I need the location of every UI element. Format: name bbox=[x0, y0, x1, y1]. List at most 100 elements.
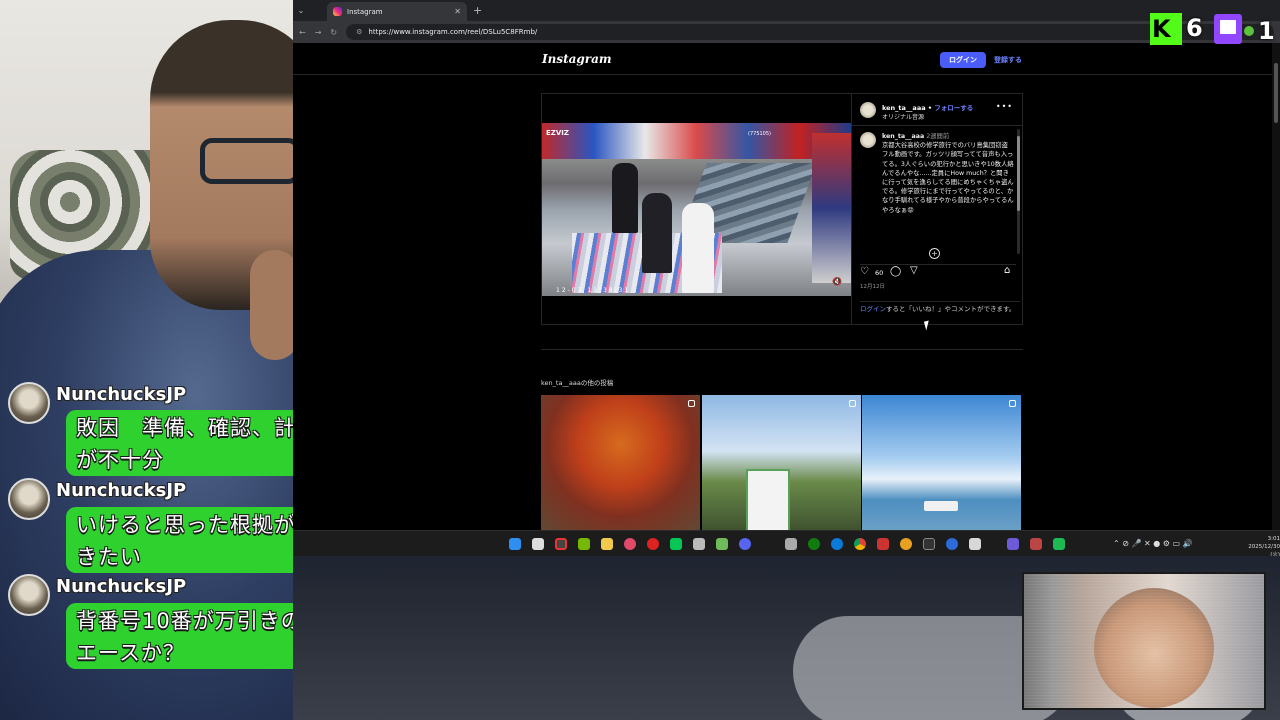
comment-avatar[interactable] bbox=[860, 132, 876, 148]
chat-avatar bbox=[8, 478, 50, 520]
start-icon[interactable] bbox=[509, 538, 521, 550]
section-divider bbox=[541, 349, 1023, 350]
system-tray[interactable]: ⌃ ⊘ 🎤 ✕ ● ⚙ ▭ 🔊 bbox=[1113, 539, 1193, 548]
separator: • bbox=[925, 104, 935, 112]
app-icon[interactable] bbox=[624, 538, 636, 550]
file-explorer-icon[interactable] bbox=[601, 538, 613, 550]
nvidia-icon[interactable] bbox=[578, 538, 590, 550]
app-icon[interactable] bbox=[900, 538, 912, 550]
caption-text: 京都大谷高校の修学旅行でのバリ島集団窃盗フル動画です。ガッツリ顔写ってて音声も入… bbox=[882, 142, 1014, 214]
site-info-icon[interactable]: ⚙ bbox=[356, 28, 362, 36]
app-icon[interactable] bbox=[946, 538, 958, 550]
app-icon[interactable] bbox=[785, 538, 797, 550]
instagram-favicon-icon bbox=[333, 7, 342, 16]
signboard bbox=[746, 469, 790, 530]
url-field[interactable]: ⚙ https://www.instagram.com/reel/DSLu5C8… bbox=[346, 24, 1274, 40]
follow-link[interactable]: フォローする bbox=[934, 104, 973, 112]
clock-time: 3:01 bbox=[1267, 536, 1280, 542]
record-icon[interactable] bbox=[647, 538, 659, 550]
chat-message: いけると思った根拠が聞きたい bbox=[66, 507, 328, 573]
app-icon[interactable] bbox=[969, 538, 981, 550]
app-icon[interactable] bbox=[877, 538, 889, 550]
chat-avatar bbox=[8, 574, 50, 616]
login-prompt-link[interactable]: ログイン bbox=[860, 305, 886, 313]
reel-post: EZVIZ (775105) 12-03 11:38:31 🔇 ken_ta__… bbox=[541, 93, 1023, 325]
xbox-icon[interactable] bbox=[808, 538, 820, 550]
like-heart-icon[interactable]: ♡ bbox=[860, 266, 869, 277]
new-tab-icon[interactable]: + bbox=[473, 4, 482, 17]
author-line: ken_ta__aaa • フォローする bbox=[882, 102, 973, 112]
instagram-logo[interactable]: Instagram bbox=[542, 52, 612, 66]
caption-username[interactable]: ken_ta__aaa bbox=[882, 133, 924, 140]
post-sidebar: ken_ta__aaa • フォローする オリジナル音源 ••• ken_ta_… bbox=[851, 94, 1023, 324]
tab-close-icon[interactable]: ✕ bbox=[454, 7, 461, 16]
browser-window: ⌄ Instagram ✕ + ← → ↻ ⚙ https://www.inst… bbox=[293, 0, 1280, 530]
status-ball-icon bbox=[1244, 26, 1254, 36]
carousel-icon bbox=[849, 400, 856, 407]
mute-icon[interactable]: 🔇 bbox=[832, 277, 842, 286]
caption-scroll-thumb[interactable] bbox=[1017, 136, 1020, 211]
shirt-rack bbox=[812, 133, 851, 283]
address-bar-row: ← → ↻ ⚙ https://www.instagram.com/reel/D… bbox=[293, 21, 1280, 43]
chat-message: 背番号10番が万引きのエースか？ bbox=[66, 603, 328, 669]
carousel-icon bbox=[1009, 400, 1016, 407]
post-thumbnail-sign[interactable] bbox=[702, 395, 861, 530]
edge-icon[interactable] bbox=[831, 538, 843, 550]
reel-video[interactable]: EZVIZ (775105) 12-03 11:38:31 🔇 bbox=[542, 94, 851, 324]
kick-logo-icon: K bbox=[1150, 13, 1182, 45]
streamer-glasses bbox=[200, 138, 293, 184]
chrome-icon[interactable] bbox=[854, 538, 866, 550]
add-comment-icon[interactable]: + bbox=[929, 248, 940, 259]
audio-label[interactable]: オリジナル音源 bbox=[882, 112, 924, 121]
instagram-page: Instagram ログイン 登録する EZVIZ (775105) 12-03… bbox=[293, 43, 1280, 530]
video-noise bbox=[1024, 574, 1264, 708]
twitch-viewer-count: 1 bbox=[1258, 17, 1275, 45]
chat-username: NunchucksJP bbox=[56, 480, 187, 501]
page-scroll-thumb[interactable] bbox=[1274, 63, 1278, 123]
chat-avatar bbox=[8, 382, 50, 424]
chat-username: NunchucksJP bbox=[56, 384, 187, 405]
like-count: 60 bbox=[875, 269, 884, 277]
twitch-logo-icon bbox=[1214, 14, 1242, 44]
streamer-hand bbox=[250, 250, 293, 360]
windows-taskbar: ⌃ ⊘ 🎤 ✕ ● ⚙ ▭ 🔊 3:01 2025/12/30 (火) bbox=[293, 530, 1280, 558]
app-icon[interactable] bbox=[923, 538, 935, 550]
app-icon[interactable] bbox=[1007, 538, 1019, 550]
author-avatar[interactable] bbox=[860, 102, 876, 118]
more-options-icon[interactable]: ••• bbox=[996, 102, 1013, 111]
login-prompt: ログインすると「いいね！」やコメントができます。 bbox=[860, 301, 1020, 314]
share-icon[interactable]: ▽ bbox=[910, 265, 918, 276]
page-scrollbar[interactable] bbox=[1272, 43, 1280, 530]
instagram-header: Instagram ログイン 登録する bbox=[293, 43, 1280, 75]
obs-icon[interactable] bbox=[555, 538, 567, 550]
post-thumbnail-lake[interactable] bbox=[862, 395, 1021, 530]
settings-gear-icon[interactable] bbox=[693, 538, 705, 550]
app-icon[interactable] bbox=[1030, 538, 1042, 550]
login-prompt-text: すると「いいね！」やコメントができます。 bbox=[886, 305, 1016, 313]
caption-age: 2週間前 bbox=[926, 133, 950, 140]
ship bbox=[924, 501, 958, 511]
post-thumbnail-autumn[interactable] bbox=[541, 395, 700, 530]
v-app-icon[interactable] bbox=[716, 538, 728, 550]
search-icon[interactable] bbox=[532, 538, 544, 550]
discord-icon[interactable] bbox=[739, 538, 751, 550]
line-icon[interactable] bbox=[670, 538, 682, 550]
tab-instagram[interactable]: Instagram ✕ bbox=[327, 2, 467, 21]
app-icon[interactable] bbox=[1053, 538, 1065, 550]
post-date: 12月12日 bbox=[860, 284, 885, 290]
tab-title: Instagram bbox=[347, 7, 383, 16]
comment-icon[interactable]: ◯ bbox=[890, 266, 901, 277]
reload-icon[interactable]: ↻ bbox=[330, 28, 337, 37]
tab-list-icon[interactable]: ⌄ bbox=[293, 6, 309, 15]
forward-icon[interactable]: → bbox=[315, 28, 322, 37]
stream-screenshot: { "browser": { "tab_title": "Instagram",… bbox=[0, 0, 1280, 720]
back-icon[interactable]: ← bbox=[299, 28, 306, 37]
author-username[interactable]: ken_ta__aaa bbox=[882, 104, 926, 112]
bookmark-icon[interactable]: ⌂ bbox=[1004, 265, 1010, 276]
carousel-icon bbox=[688, 400, 695, 407]
url-text: https://www.instagram.com/reel/DSLu5C8FR… bbox=[368, 28, 538, 36]
person-figure bbox=[642, 193, 672, 273]
signup-link[interactable]: 登録する bbox=[994, 55, 1022, 65]
login-button[interactable]: ログイン bbox=[940, 52, 986, 68]
person-figure bbox=[612, 163, 638, 233]
